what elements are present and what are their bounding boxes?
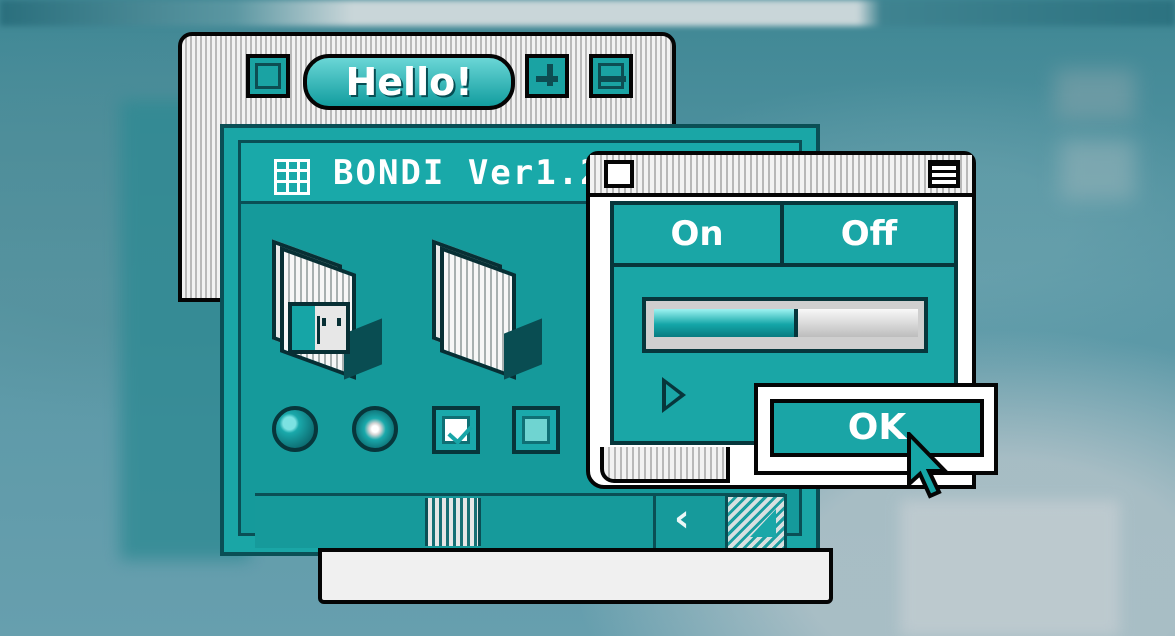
checkbox-checked[interactable] [432, 406, 480, 454]
hello-title: Hello! [303, 54, 515, 110]
grid-icon [274, 159, 310, 195]
checkbox-fill [522, 416, 550, 444]
toggle-off-button[interactable]: Off [784, 205, 954, 267]
desktop-icon-middle-right [1060, 140, 1135, 200]
cursor-icon [907, 432, 950, 499]
checkbox-unchecked[interactable] [512, 406, 560, 454]
bondi-window-shadow [318, 548, 833, 604]
resize-icon [750, 509, 776, 537]
zoom-icon [547, 64, 553, 86]
slider-track [798, 309, 918, 337]
settings-close-button[interactable] [604, 160, 634, 188]
hello-close-icon [255, 63, 281, 89]
settings-title-bar[interactable] [590, 155, 972, 197]
hello-close-button[interactable] [246, 54, 290, 98]
radio-button-selected[interactable] [272, 406, 318, 452]
bondi-scrollbar[interactable]: ‹ › [255, 493, 787, 552]
finder-face-icon [288, 302, 350, 354]
ok-button[interactable]: OK [770, 399, 984, 457]
scroll-left-icon[interactable]: ‹ [674, 496, 690, 540]
desktop-menubar [0, 0, 1175, 26]
finder-eye-left [322, 318, 326, 326]
control-row [270, 406, 570, 458]
finder-eye-right [337, 318, 341, 326]
zoom-icon-bar [536, 76, 558, 82]
finder-folder-icon[interactable] [272, 239, 382, 380]
scroll-thumb[interactable] [425, 498, 481, 546]
desktop-icon-top-right [1055, 70, 1135, 120]
hello-zoom-button[interactable] [525, 54, 569, 98]
settings-menu-icon[interactable] [928, 160, 960, 188]
toggle-on-button[interactable]: On [614, 205, 784, 267]
slider-fill [654, 309, 798, 337]
background-window-bottom-right [900, 500, 1120, 636]
hello-collapse-button[interactable] [589, 54, 633, 98]
bondi-title: BONDI Ver1.2 [333, 153, 603, 193]
resize-handle[interactable] [725, 494, 787, 552]
checkmark-icon [442, 416, 470, 444]
volume-slider[interactable] [642, 297, 928, 353]
settings-scroll-area [600, 447, 730, 483]
radio-button-unselected[interactable] [352, 406, 398, 452]
play-icon[interactable] [662, 377, 686, 413]
ok-dialog-frame: OK [754, 383, 998, 475]
folder-icon[interactable] [432, 239, 542, 380]
collapse-icon-bar [598, 76, 626, 82]
